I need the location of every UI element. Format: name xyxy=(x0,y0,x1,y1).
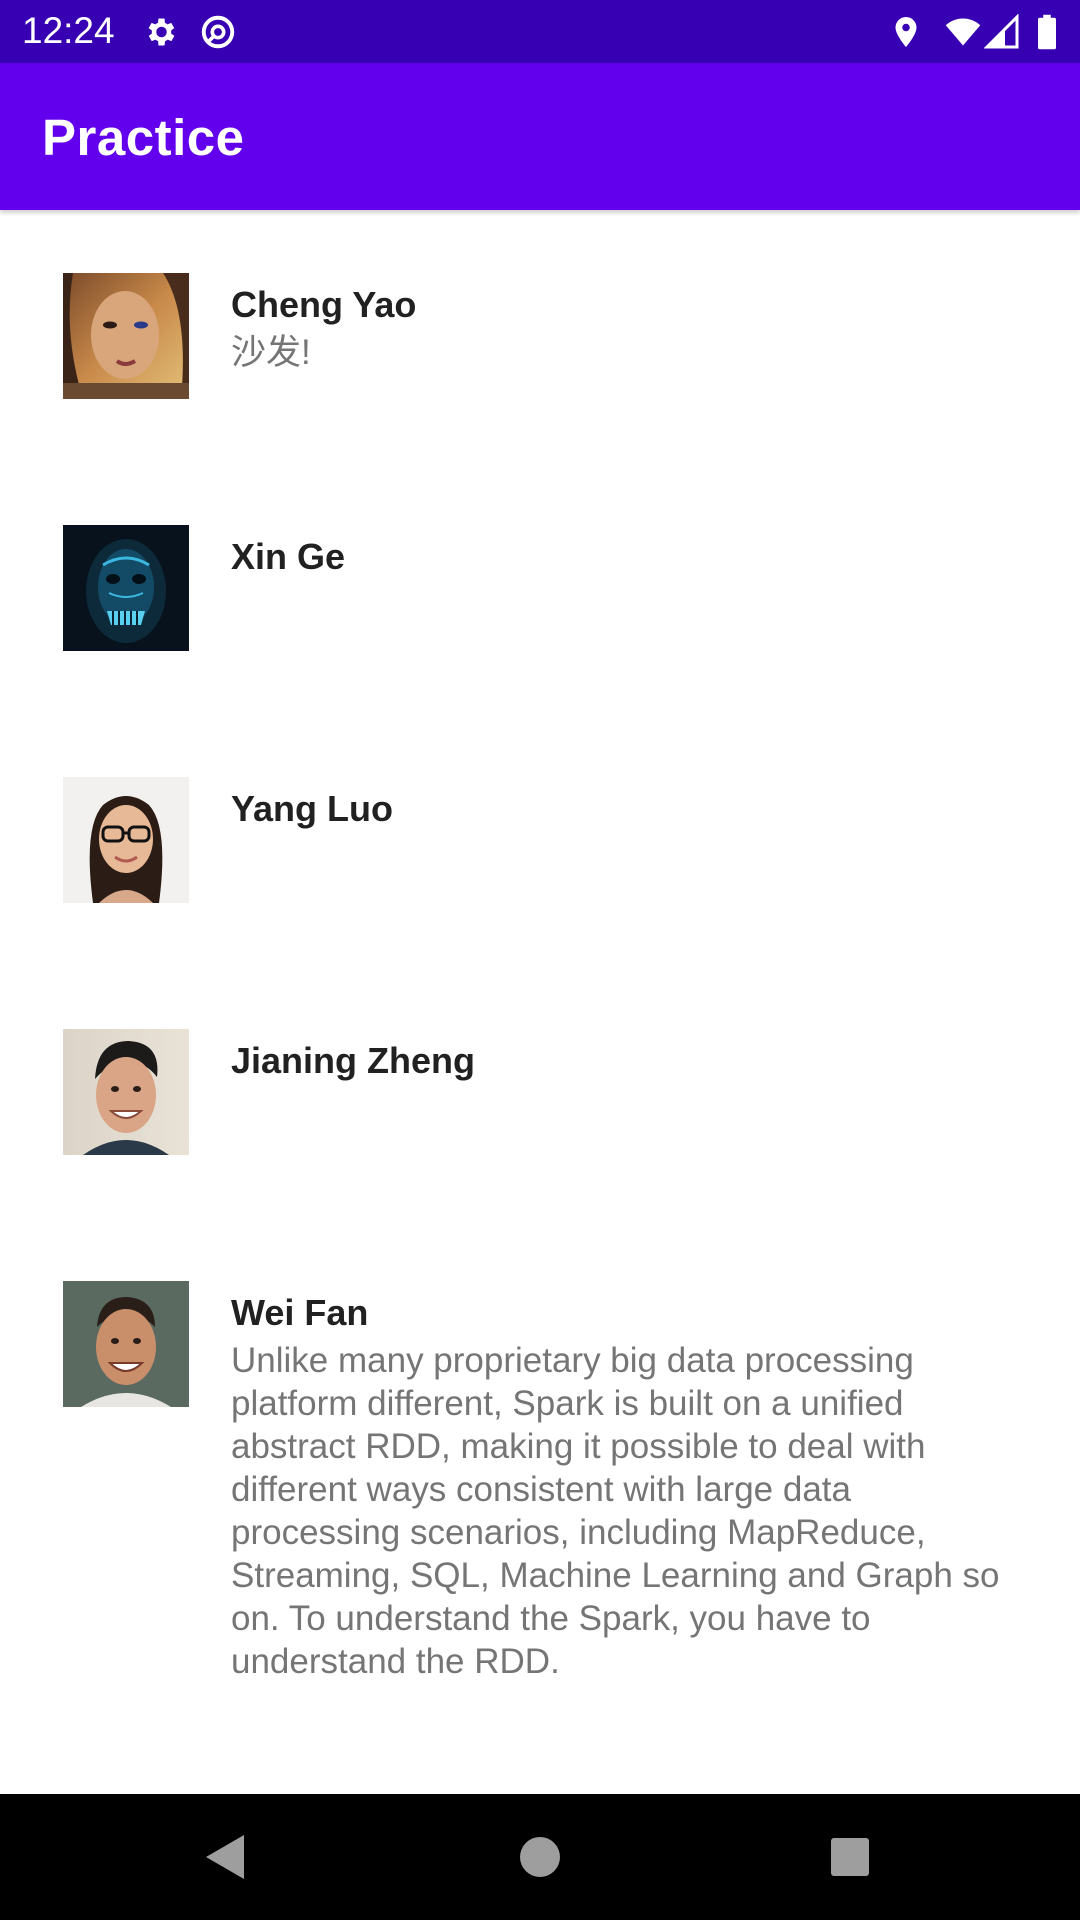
contact-name: Jianing Zheng xyxy=(231,1040,476,1081)
settings-icon xyxy=(142,14,178,50)
contact-name: Cheng Yao xyxy=(231,284,417,325)
signal-icon xyxy=(983,13,1020,50)
contact-name: Yang Luo xyxy=(231,788,393,829)
location-icon xyxy=(888,14,924,50)
list-item-wei-fan[interactable]: Wei Fan Unlike many proprietary big data… xyxy=(0,1281,1080,1701)
battery-icon xyxy=(1036,14,1058,50)
avatar xyxy=(63,525,189,651)
back-icon[interactable] xyxy=(196,1827,256,1887)
recents-icon[interactable] xyxy=(820,1827,880,1887)
app-title: Practice xyxy=(42,109,245,166)
avatar xyxy=(63,273,189,399)
contact-name: Xin Ge xyxy=(231,536,346,577)
wifi-icon xyxy=(944,14,981,50)
home-icon[interactable] xyxy=(510,1827,570,1887)
list-item-jianing-zheng[interactable]: Jianing Zheng xyxy=(0,1029,1080,1155)
list-item-yang-luo[interactable]: Yang Luo xyxy=(0,777,1080,903)
avatar xyxy=(63,1281,189,1407)
avatar xyxy=(63,777,189,903)
status-bar: 12:24 xyxy=(0,0,1080,63)
contact-name: Wei Fan xyxy=(231,1292,369,1333)
list-item-xin-ge[interactable]: Xin Ge xyxy=(0,525,1080,651)
app-bar: Practice xyxy=(0,63,1080,210)
status-time: 12:24 xyxy=(22,10,115,51)
at-sign-icon xyxy=(200,14,236,50)
contact-message: Unlike many proprietary big data process… xyxy=(231,1341,1000,1681)
navigation-bar xyxy=(0,1794,1080,1920)
avatar xyxy=(63,1029,189,1155)
contact-message: 沙发! xyxy=(231,333,311,372)
list-item-cheng-yao[interactable]: Cheng Yao 沙发! xyxy=(0,273,1080,399)
